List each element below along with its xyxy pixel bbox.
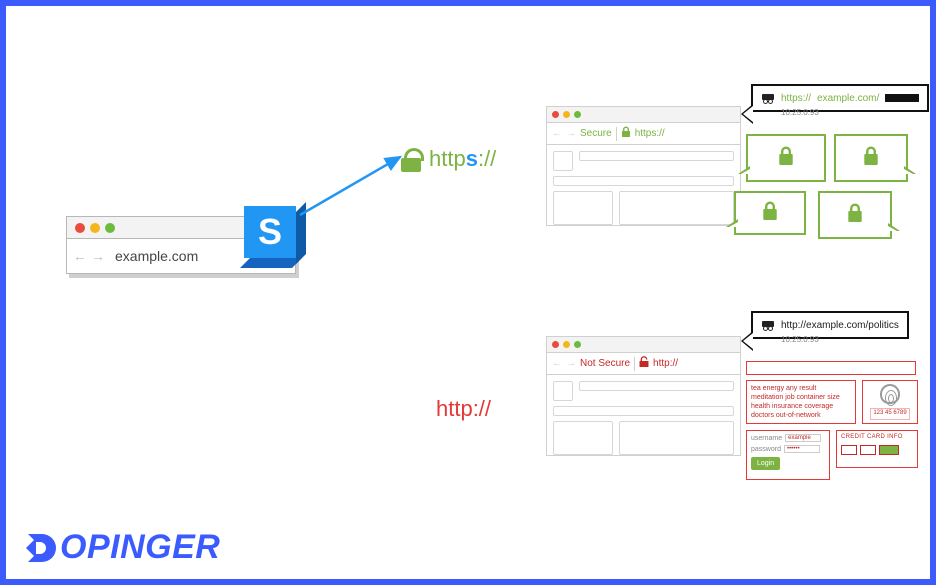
close-dot-icon bbox=[552, 341, 559, 348]
unlock-warning-icon bbox=[639, 356, 649, 371]
encrypted-bubble bbox=[734, 191, 806, 235]
window-titlebar bbox=[547, 337, 740, 353]
observer-icon bbox=[761, 91, 775, 105]
logo-mark-icon bbox=[22, 530, 58, 566]
tooltip-url-prefix: https:// bbox=[781, 93, 811, 104]
encrypted-bubble bbox=[834, 134, 908, 182]
protocol-text: http:// bbox=[653, 358, 678, 369]
fingerprint-icon bbox=[880, 384, 900, 404]
nav-forward-icon: → bbox=[566, 128, 576, 139]
redacted-path-icon bbox=[885, 94, 919, 102]
observer-tooltip-secure: https://example.com/ 10.25.0.93 bbox=[751, 84, 929, 112]
tooltip-ip: 10.25.0.93 bbox=[781, 108, 819, 117]
login-button: Login bbox=[751, 457, 780, 470]
arrow-to-https-icon bbox=[296, 149, 416, 219]
insecure-browser: ← → Not Secure http:// bbox=[546, 336, 741, 456]
page-body-placeholder bbox=[547, 375, 740, 455]
https-label: https:// bbox=[401, 146, 496, 172]
secure-browser: ← → Secure https:// bbox=[546, 106, 741, 226]
lock-icon bbox=[777, 146, 795, 171]
leaked-credit-card: CREDIT CARD INFO bbox=[836, 430, 918, 468]
close-dot-icon bbox=[75, 223, 85, 233]
observer-tooltip-insecure: http://example.com/politics 10.25.0.93 bbox=[751, 311, 909, 339]
https-vs-http-diagram: ← → example.com S https:// http:// bbox=[6, 6, 930, 579]
http-label: http:// bbox=[436, 396, 491, 422]
leaked-url-box bbox=[746, 361, 916, 375]
nav-back-icon: ← bbox=[73, 248, 87, 264]
security-status: Secure bbox=[580, 128, 612, 139]
s-cube-icon: S bbox=[244, 206, 304, 266]
lock-icon bbox=[621, 126, 631, 141]
lock-icon bbox=[401, 148, 421, 170]
https-label-suffix: :// bbox=[478, 146, 496, 171]
encrypted-bubble bbox=[818, 191, 892, 239]
observer-icon bbox=[761, 318, 775, 332]
nav-back-icon: ← bbox=[552, 358, 562, 369]
tooltip-url: http://example.com/politics bbox=[781, 320, 899, 331]
lock-icon bbox=[862, 146, 880, 171]
maximize-dot-icon bbox=[105, 223, 115, 233]
protocol-text: https:// bbox=[635, 128, 665, 139]
tooltip-ip: 10.25.0.93 bbox=[781, 335, 819, 344]
leaked-search-terms: tea energy any result meditation job con… bbox=[746, 380, 856, 424]
https-label-prefix: http bbox=[429, 146, 466, 171]
url-text: example.com bbox=[115, 248, 198, 264]
lock-icon bbox=[846, 203, 864, 228]
nav-forward-icon: → bbox=[566, 358, 576, 369]
address-bar: ← → Secure https:// bbox=[547, 123, 740, 145]
nav-back-icon: ← bbox=[552, 128, 562, 139]
address-bar: ← → Not Secure http:// bbox=[547, 353, 740, 375]
minimize-dot-icon bbox=[563, 341, 570, 348]
page-body-placeholder bbox=[547, 145, 740, 225]
https-label-s: s bbox=[466, 146, 478, 171]
nav-forward-icon: → bbox=[91, 248, 105, 264]
encrypted-bubble bbox=[746, 134, 826, 182]
window-titlebar bbox=[547, 107, 740, 123]
maximize-dot-icon bbox=[574, 341, 581, 348]
close-dot-icon bbox=[552, 111, 559, 118]
leaked-login-form: usernameexample password•••••• Login bbox=[746, 430, 830, 480]
minimize-dot-icon bbox=[563, 111, 570, 118]
logo-text: OPINGER bbox=[60, 528, 220, 567]
tooltip-url-host: example.com/ bbox=[817, 93, 879, 104]
dopinger-logo: OPINGER bbox=[22, 528, 220, 567]
minimize-dot-icon bbox=[90, 223, 100, 233]
lock-icon bbox=[761, 201, 779, 226]
leaked-fingerprint: 123 45 6789 bbox=[862, 380, 918, 424]
maximize-dot-icon bbox=[574, 111, 581, 118]
security-status: Not Secure bbox=[580, 358, 630, 369]
